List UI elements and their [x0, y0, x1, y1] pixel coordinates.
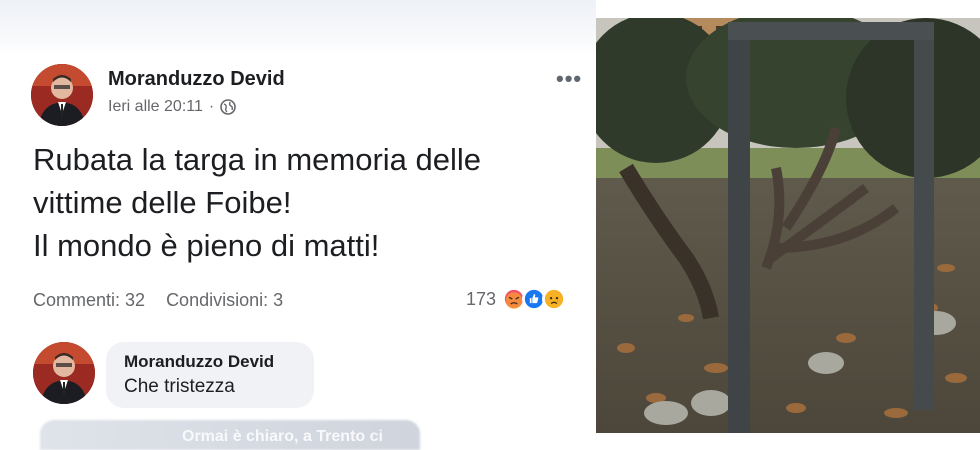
photo-top-margin — [596, 0, 980, 18]
post-timestamp[interactable]: Ieri alle 20:11 — [108, 98, 203, 116]
post-meta: Ieri alle 20:11 · — [108, 98, 237, 116]
more-options-button[interactable]: ••• — [556, 68, 582, 90]
author-avatar[interactable] — [31, 64, 93, 126]
post-text-line: Rubata la targa in memoria delle — [33, 142, 482, 177]
post-text-line: vittime delle Foibe! — [33, 185, 292, 220]
facebook-post: Moranduzzo Devid Ieri alle 20:11 · ••• R… — [0, 0, 596, 450]
reaction-count: 173 — [466, 288, 497, 309]
reactions-summary[interactable]: 173 — [466, 287, 567, 311]
next-comment-text: Ormai è chiaro, a Trento ci — [182, 428, 383, 445]
comment-author-name[interactable]: Moranduzzo Devid — [124, 352, 274, 372]
comments-count[interactable]: Commenti: 32 — [33, 290, 145, 310]
post-photo[interactable] — [596, 18, 980, 433]
post-stats: Commenti: 32 Condivisioni: 3 — [33, 290, 283, 311]
post-text: Rubata la targa in memoria delle vittime… — [33, 138, 481, 267]
comment-text: Che tristezza — [124, 376, 235, 397]
garden-photo-image — [596, 18, 980, 433]
blurred-top-strip — [0, 0, 596, 54]
globe-icon — [220, 99, 237, 115]
meta-separator: · — [208, 98, 215, 115]
commenter-avatar[interactable] — [33, 342, 95, 404]
sad-reaction-icon — [542, 287, 567, 311]
post-text-line: Il mondo è pieno di matti! — [33, 228, 380, 263]
shares-count[interactable]: Condivisioni: 3 — [166, 290, 283, 310]
post-author-name[interactable]: Moranduzzo Devid — [108, 68, 285, 91]
